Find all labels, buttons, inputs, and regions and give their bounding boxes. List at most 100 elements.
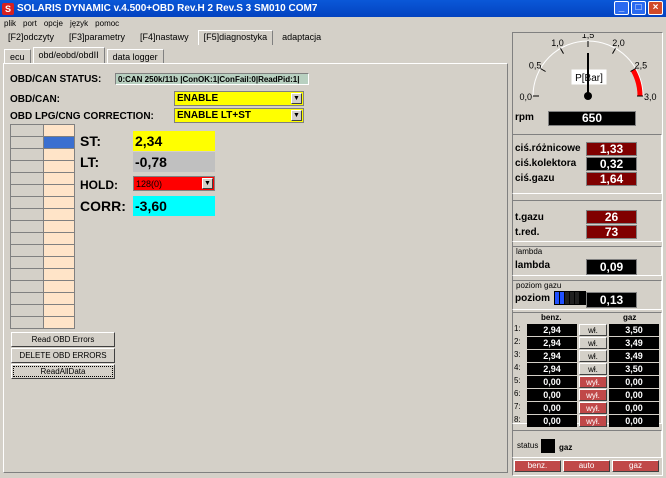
- gas-level-segment: [555, 292, 559, 304]
- status-value: gaz: [559, 443, 573, 452]
- chevron-down-icon[interactable]: ▼: [202, 178, 213, 189]
- lambda-group-label: lambda: [516, 247, 543, 256]
- injector-gaz-value: 3,50: [609, 363, 659, 375]
- injector-toggle-button[interactable]: wł.: [579, 324, 607, 336]
- injector-gaz-value: 0,00: [609, 389, 659, 401]
- lambda-value: 0,09: [586, 259, 637, 275]
- menu-jezyk[interactable]: język: [70, 19, 88, 28]
- injector-number: 1:: [514, 324, 521, 333]
- pressure-manifold-value: 0,32: [586, 157, 637, 171]
- gauge-tick-label: 2,0: [612, 38, 625, 48]
- pressure-gas-label: ciś.gazu: [515, 173, 555, 184]
- subtab-obd[interactable]: obd/eobd/obdII: [32, 47, 105, 64]
- trim-table: [10, 124, 75, 329]
- injector-number: 6:: [514, 389, 521, 398]
- maximize-button[interactable]: □: [631, 1, 646, 15]
- gauge-tick: [560, 48, 564, 54]
- trim-cell: [43, 316, 75, 329]
- gauge-unit-label: P[Bar]: [575, 73, 603, 84]
- tab-nastawy[interactable]: [F4]nastawy: [134, 30, 195, 45]
- minimize-button[interactable]: _: [614, 1, 629, 15]
- pressure-gauge: P[Bar] 0,0 0,5 1,0 1,5 2,0 2,5 3,0: [519, 34, 657, 102]
- injector-row: 1: 2,94 wł. 3,50: [514, 324, 660, 336]
- obdcan-select-value: ENABLE: [177, 93, 219, 104]
- hold-select[interactable]: 128(0) ▼: [133, 176, 215, 191]
- tab-diagnostyka[interactable]: [F5]diagnostyka: [197, 30, 274, 45]
- injector-row: 7: 0,00 wył. 0,00: [514, 402, 660, 414]
- read-obd-errors-button[interactable]: Read OBD Errors: [11, 332, 115, 347]
- tab-adaptacja[interactable]: adaptacja: [276, 30, 327, 45]
- gas-level-group-label: poziom gazu: [516, 281, 562, 290]
- st-value: 2,34: [133, 131, 215, 151]
- temp-gas-label: t.gazu: [515, 212, 544, 223]
- injector-benz-value: 2,94: [527, 363, 577, 375]
- injector-toggle-button[interactable]: wył.: [579, 415, 607, 427]
- injector-toggle-button[interactable]: wył.: [579, 402, 607, 414]
- injector-benz-value: 0,00: [527, 389, 577, 401]
- lambda-label: lambda: [515, 260, 551, 271]
- subtab-ecu[interactable]: ecu: [4, 49, 31, 64]
- injector-number: 4:: [514, 363, 521, 372]
- injector-toggle-button[interactable]: wł.: [579, 350, 607, 362]
- gauge-tick-label: 3,0: [644, 92, 657, 102]
- app-logo-icon: S: [2, 2, 14, 15]
- injector-gaz-value: 0,00: [609, 376, 659, 388]
- mode-gaz-button[interactable]: gaz: [612, 460, 659, 472]
- hold-select-value: 128(0): [136, 179, 163, 189]
- chevron-down-icon[interactable]: ▼: [291, 93, 302, 104]
- delete-obd-errors-button[interactable]: DELETE OBD ERRORS: [11, 348, 115, 363]
- lt-label: LT:: [80, 154, 100, 170]
- gauge-hub: [584, 92, 592, 100]
- injector-number: 5:: [514, 376, 521, 385]
- menu-port[interactable]: port: [23, 19, 37, 28]
- corr-label: CORR:: [80, 198, 126, 214]
- subtab-data-logger[interactable]: data logger: [106, 49, 164, 64]
- injector-row: 8: 0,00 wył. 0,00: [514, 415, 660, 427]
- hold-label: HOLD:: [80, 178, 118, 192]
- menu-plik[interactable]: plik: [4, 19, 16, 28]
- temp-reducer-label: t.red.: [515, 227, 540, 238]
- obd-status-label: OBD/CAN STATUS:: [10, 74, 102, 85]
- chevron-down-icon[interactable]: ▼: [291, 110, 302, 121]
- correction-select[interactable]: ENABLE LT+ST ▼: [174, 108, 304, 123]
- injector-number: 8:: [514, 415, 521, 424]
- rpm-label: rpm: [515, 112, 534, 123]
- window-title: SOLARIS DYNAMIC v.4.500+OBD Rev.H 2 Rev.…: [17, 3, 318, 14]
- gas-level-segment: [570, 292, 574, 304]
- rpm-value: 650: [548, 111, 636, 126]
- menu-opcje[interactable]: opcje: [44, 19, 63, 28]
- obdcan-select[interactable]: ENABLE ▼: [174, 91, 304, 106]
- correction-label: OBD LPG/CNG CORRECTION:: [10, 111, 154, 122]
- injector-row: 3: 2,94 wł. 3,49: [514, 350, 660, 362]
- gas-level-segment: [575, 292, 579, 304]
- read-all-data-button[interactable]: ReadAllData: [11, 364, 115, 379]
- tab-parametry[interactable]: [F3]parametry: [63, 30, 131, 45]
- injector-benz-value: 2,94: [527, 337, 577, 349]
- injector-gaz-value: 3,50: [609, 324, 659, 336]
- obd-panel: [3, 63, 508, 473]
- injector-gaz-value: 3,49: [609, 337, 659, 349]
- injectors-col-benz: benz.: [541, 313, 562, 322]
- mode-benz-button[interactable]: benz.: [514, 460, 561, 472]
- injector-gaz-value: 3,49: [609, 350, 659, 362]
- injector-benz-value: 2,94: [527, 350, 577, 362]
- injector-toggle-button[interactable]: wł.: [579, 337, 607, 349]
- injector-toggle-button[interactable]: wył.: [579, 389, 607, 401]
- mode-auto-button[interactable]: auto: [563, 460, 610, 472]
- injector-row: 5: 0,00 wył. 0,00: [514, 376, 660, 388]
- corr-value: -3,60: [133, 196, 215, 216]
- injector-toggle-button[interactable]: wł.: [579, 363, 607, 375]
- injector-toggle-button[interactable]: wył.: [579, 376, 607, 388]
- obdcan-label: OBD/CAN:: [10, 94, 60, 105]
- injector-number: 2:: [514, 337, 521, 346]
- gauge-tick-label: 2,5: [635, 61, 648, 71]
- menu-pomoc[interactable]: pomoc: [95, 19, 119, 28]
- tab-odczyty[interactable]: [F2]odczyty: [2, 30, 60, 45]
- close-button[interactable]: ×: [648, 1, 663, 15]
- injector-benz-value: 0,00: [527, 415, 577, 427]
- injector-row: 6: 0,00 wył. 0,00: [514, 389, 660, 401]
- gauge-tick: [612, 48, 616, 54]
- injector-gaz-value: 0,00: [609, 415, 659, 427]
- obd-status-value: 0:CAN 250k/11b |ConOK:1|ConFail:0|ReadPi…: [115, 73, 309, 85]
- status-label: status: [517, 441, 539, 450]
